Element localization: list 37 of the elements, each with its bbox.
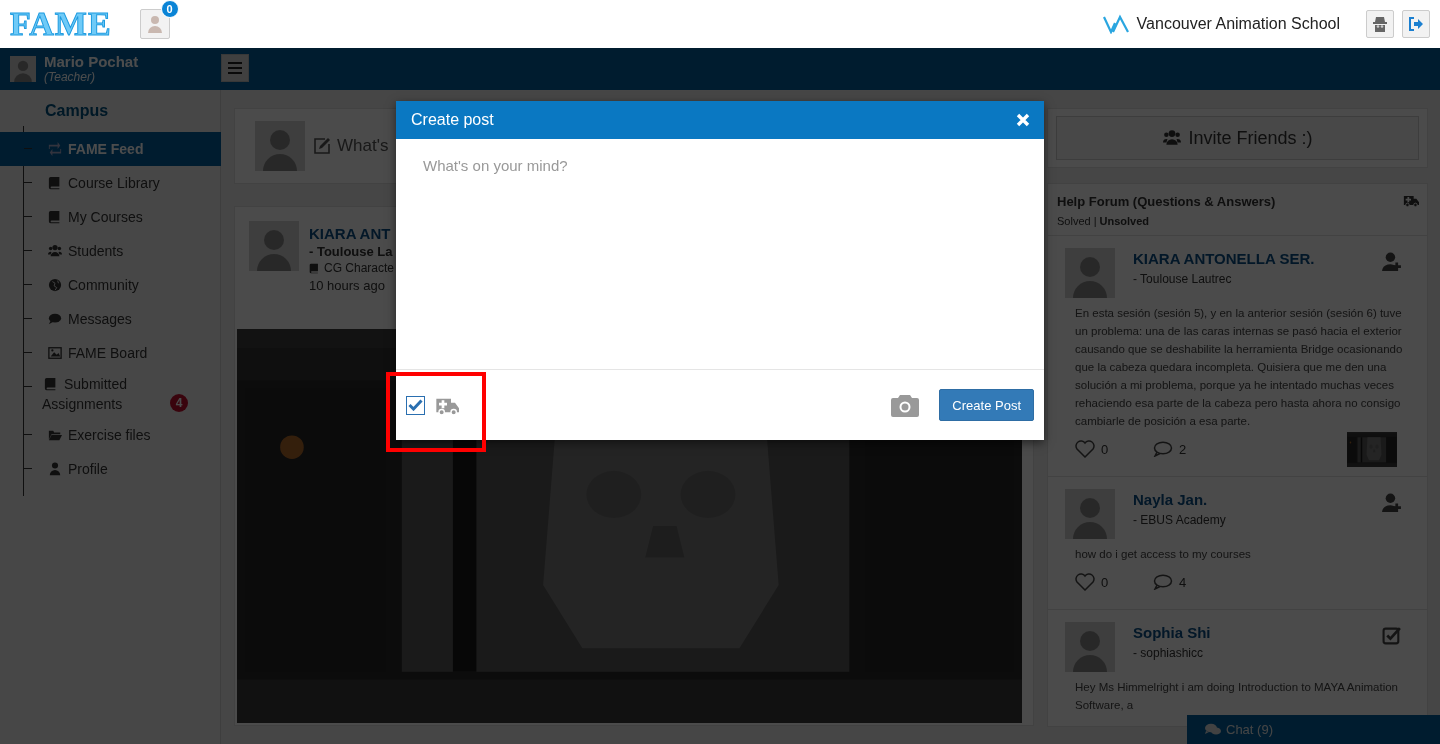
spy-icon: [1373, 16, 1387, 32]
like-count: 0: [1101, 574, 1109, 590]
sign-out-icon: [1408, 17, 1424, 31]
school-name: Vancouver Animation School: [1136, 15, 1340, 33]
post-text-field[interactable]: What's on your mind?: [396, 139, 1044, 370]
author-school: - EBUS Academy: [1133, 513, 1226, 527]
sidebar-heading: Campus: [44, 101, 110, 121]
help-request-checkbox[interactable]: [406, 395, 425, 415]
logo: FAME: [10, 5, 112, 43]
author-name[interactable]: KIARA ANTONELLA SER.: [1133, 250, 1315, 267]
comment-count: 2: [1179, 441, 1187, 457]
checkmark-icon: [408, 399, 423, 411]
like-count: 0: [1101, 441, 1109, 457]
user-role: (Teacher): [44, 70, 96, 84]
filter-separator: |: [1093, 215, 1097, 227]
dialog-title: Create post: [411, 111, 494, 129]
incognito-button[interactable]: [1366, 10, 1394, 38]
close-icon: [1016, 113, 1030, 127]
comment-count: 4: [1179, 574, 1187, 590]
author-school: - sophiashicc: [1133, 646, 1205, 660]
sign-out-button[interactable]: [1402, 10, 1430, 38]
post-time: 10 hours ago: [309, 278, 386, 293]
user-name: Mario Pochat: [44, 54, 139, 70]
create-post-button[interactable]: Create Post: [939, 389, 1034, 421]
author-school: - Toulouse Lautrec: [1133, 272, 1233, 286]
author-school: - Toulouse La: [309, 244, 394, 259]
school-logo-icon: [1102, 14, 1131, 34]
author-name[interactable]: KIARA ANT: [309, 225, 395, 242]
notification-count-badge: 0: [160, 0, 179, 18]
close-button[interactable]: [1016, 113, 1030, 127]
course-name[interactable]: CG Characte: [324, 261, 395, 275]
user-icon: [146, 15, 163, 33]
filter-link[interactable]: Solved: [1057, 215, 1091, 227]
author-name[interactable]: Sophia Shi: [1133, 624, 1211, 641]
forum-title: Help Forum (Questions & Answers): [1057, 194, 1276, 209]
filter-link[interactable]: Unsolved: [1099, 215, 1149, 227]
camera-icon[interactable]: [891, 393, 920, 417]
